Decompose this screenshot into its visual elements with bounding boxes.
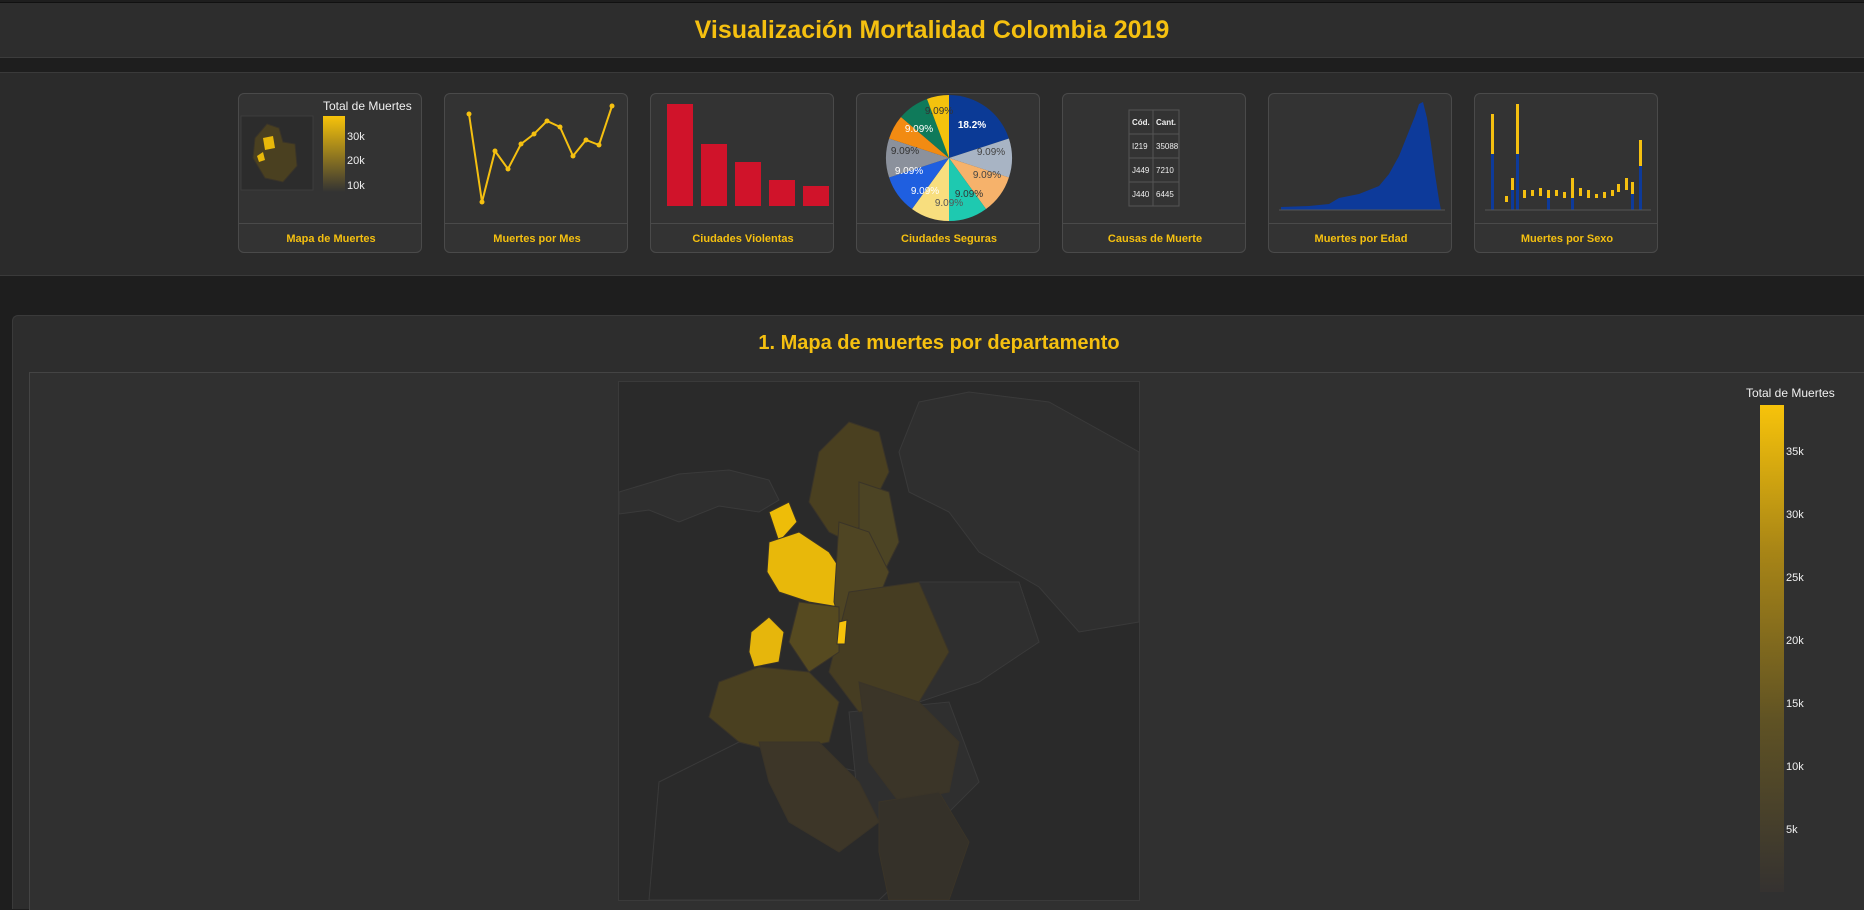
nav-card-label: Muertes por Mes xyxy=(445,223,627,252)
nav-card-sex[interactable]: Muertes por Sexo xyxy=(1474,93,1658,253)
nav-card-violent[interactable]: Ciudades Violentas xyxy=(650,93,834,253)
nav-card-label: Ciudades Seguras xyxy=(857,223,1039,252)
table-cell: I219 xyxy=(1132,142,1148,151)
map-section: 1. Mapa de muertes por departamento xyxy=(12,315,1864,910)
colorbar-tick: 30k xyxy=(1786,509,1804,521)
nav-card-causes[interactable]: Cód. Cant. I219 35088 J449 7210 J440 644… xyxy=(1062,93,1246,253)
table-header: Cant. xyxy=(1156,118,1176,127)
colorbar-tick: 15k xyxy=(1786,698,1804,710)
nav-card-label: Ciudades Violentas xyxy=(651,223,833,252)
pie-label: 9.09% xyxy=(973,170,1001,181)
chart-nav: Total de Muertes 30k 20k 10k Mapa de Mue… xyxy=(0,72,1864,276)
table-cell: J440 xyxy=(1132,190,1150,199)
colorbar-tick: 25k xyxy=(1786,572,1804,584)
colorbar-tick: 5k xyxy=(1786,824,1798,836)
nav-card-age[interactable]: Muertes por Edad xyxy=(1268,93,1452,253)
nav-card-map[interactable]: Total de Muertes 30k 20k 10k Mapa de Mue… xyxy=(238,93,422,253)
thumb-legend-title: Total de Muertes xyxy=(323,99,412,113)
colorbar xyxy=(1760,405,1784,892)
colorbar-tick: 10k xyxy=(1786,761,1804,773)
table-cell: 35088 xyxy=(1156,142,1179,151)
pie-label: 9.09% xyxy=(891,146,919,157)
colorbar-tick: 20k xyxy=(1786,635,1804,647)
page-title: Visualización Mortalidad Colombia 2019 xyxy=(694,16,1170,44)
pie-label: 9.09% xyxy=(925,106,953,117)
app-header: Visualización Mortalidad Colombia 2019 xyxy=(0,2,1864,58)
table-header: Cód. xyxy=(1132,118,1150,127)
stacked-bar-thumbnail xyxy=(1485,104,1651,211)
pie-label: 9.09% xyxy=(911,186,939,197)
pie-label: 18.2% xyxy=(958,120,986,131)
thumb-tick: 10k xyxy=(347,180,365,192)
table-cell: 7210 xyxy=(1156,166,1174,175)
pie-thumbnail: 18.2% 9.09% 9.09% 9.09% 9.09% 9.09% 9.09… xyxy=(886,95,1012,221)
nav-card-month[interactable]: Muertes por Mes xyxy=(444,93,628,253)
map-plot-area[interactable] xyxy=(29,372,1864,910)
line-thumbnail xyxy=(466,103,615,205)
colorbar-title: Total de Muertes xyxy=(1746,386,1835,400)
nav-card-label: Causas de Muerte xyxy=(1063,223,1245,252)
thumb-tick: 30k xyxy=(347,131,365,143)
pie-label: 9.09% xyxy=(895,166,923,177)
department-map xyxy=(618,391,1140,901)
nav-card-label: Muertes por Sexo xyxy=(1475,223,1657,252)
thumb-tick: 20k xyxy=(347,155,365,167)
pie-label: 9.09% xyxy=(905,124,933,135)
histogram-thumbnail xyxy=(1279,102,1445,211)
colorbar-tick: 35k xyxy=(1786,446,1804,458)
section-title: 1. Mapa de muertes por departamento xyxy=(758,332,1120,354)
colombia-map[interactable] xyxy=(618,381,1140,901)
table-cell: J449 xyxy=(1132,166,1150,175)
nav-card-safe[interactable]: 18.2% 9.09% 9.09% 9.09% 9.09% 9.09% 9.09… xyxy=(856,93,1040,253)
pie-label: 9.09% xyxy=(977,147,1005,158)
table-thumbnail: Cód. Cant. I219 35088 J449 7210 J440 644… xyxy=(1128,109,1180,207)
table-cell: 6445 xyxy=(1156,190,1174,199)
nav-card-label: Mapa de Muertes xyxy=(239,223,421,252)
bar-thumbnail xyxy=(667,104,829,206)
nav-card-label: Muertes por Edad xyxy=(1269,223,1451,252)
map-thumbnail: Total de Muertes 30k 20k 10k xyxy=(240,99,412,192)
pie-label: 9.09% xyxy=(935,198,963,209)
